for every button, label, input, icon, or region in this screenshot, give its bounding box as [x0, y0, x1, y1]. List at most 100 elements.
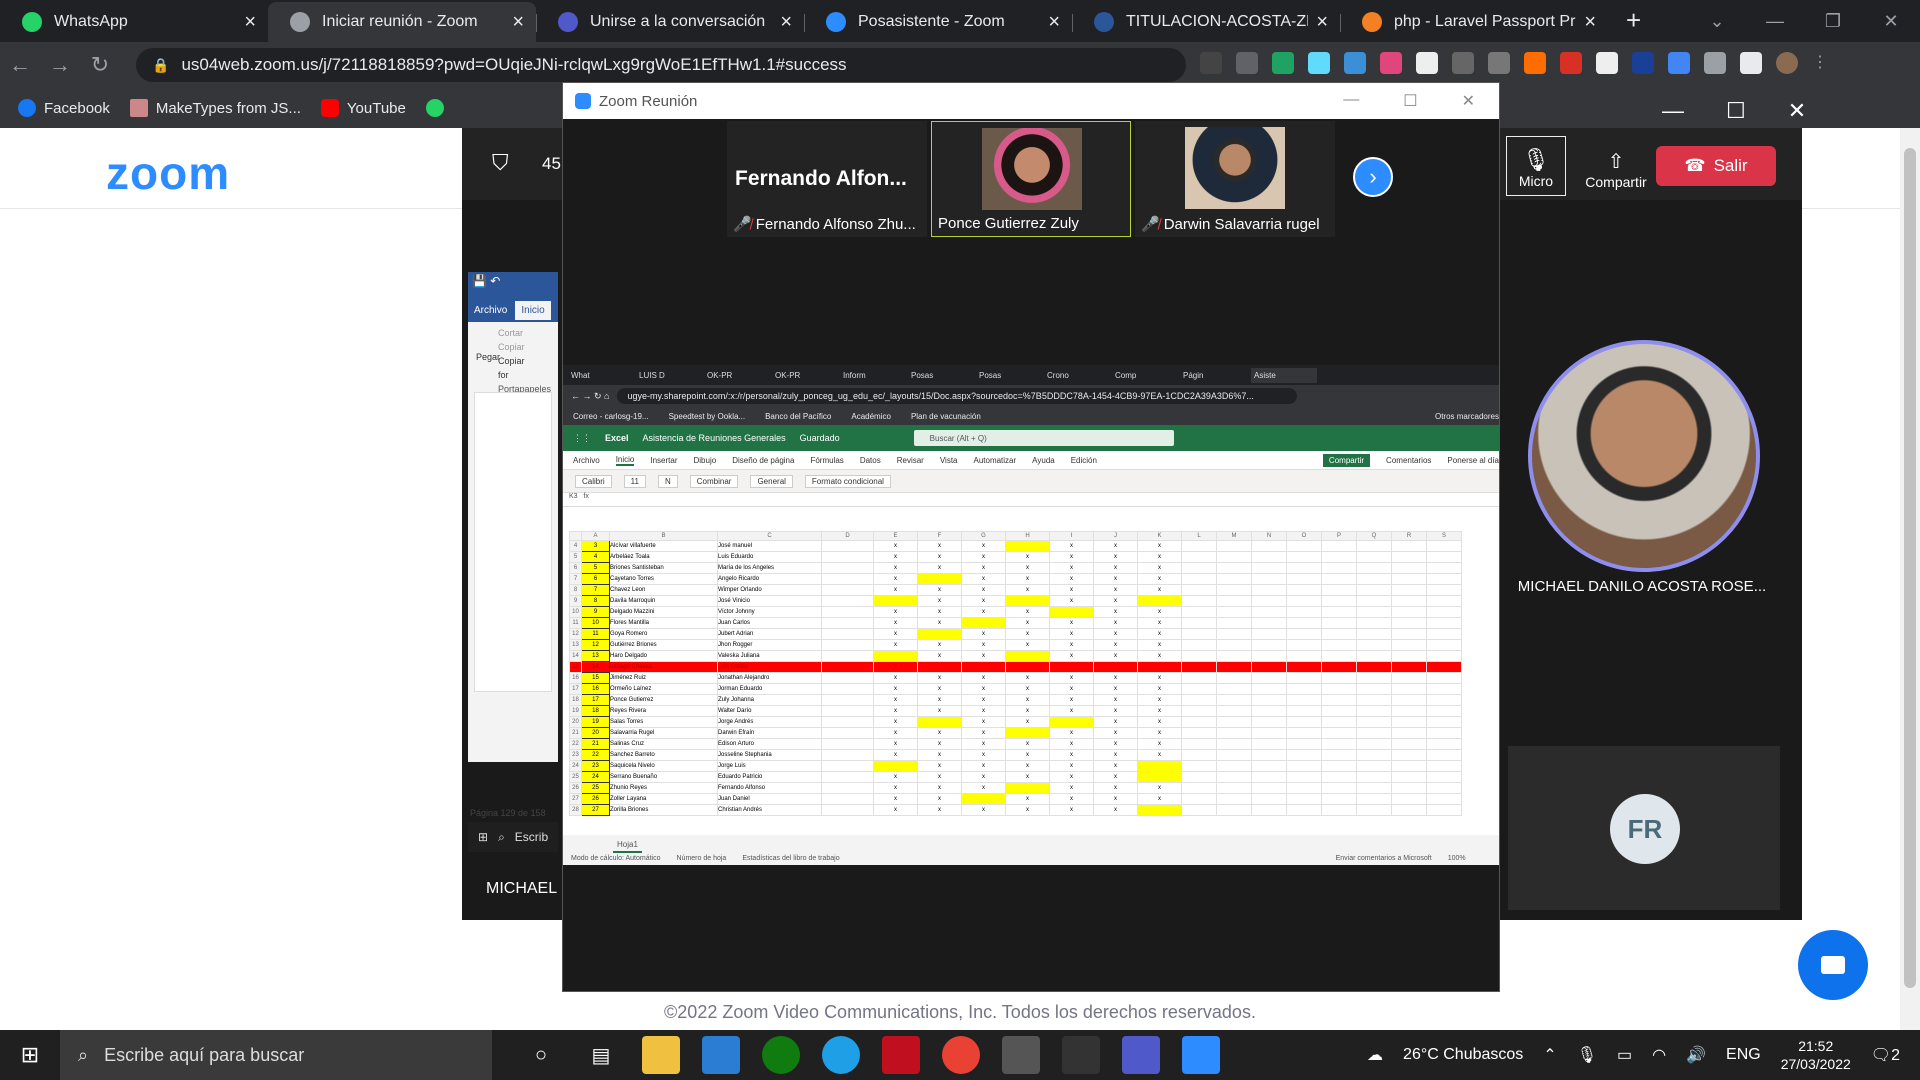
- chevron-up-icon[interactable]: ⌃: [1543, 1045, 1556, 1065]
- extension-grid-icon[interactable]: [1344, 52, 1366, 74]
- game-icon[interactable]: [882, 1036, 920, 1074]
- minimize-button[interactable]: —: [1662, 98, 1684, 124]
- minimize-button[interactable]: —: [1343, 91, 1359, 111]
- participant-tile[interactable]: Fernando Alfon... 🎤̸ Fernando Alfonso Zhu…: [727, 121, 927, 237]
- search-icon[interactable]: ⌕: [498, 830, 505, 845]
- browser-tab[interactable]: TITULACION-ACOSTA-ZHU ×: [1072, 2, 1340, 42]
- windows-icon[interactable]: ⊞: [478, 830, 488, 844]
- bookmark-maketypes[interactable]: MakeTypes from JS...: [129, 99, 301, 117]
- weather-text[interactable]: 26°C Chubascos: [1403, 1046, 1523, 1064]
- react-icon[interactable]: [1308, 52, 1330, 74]
- extension-pink-icon[interactable]: [1380, 52, 1402, 74]
- word-tab-archivo[interactable]: Archivo: [474, 305, 507, 316]
- app-icon[interactable]: [1062, 1036, 1100, 1074]
- extension-dots-icon[interactable]: [1452, 52, 1474, 74]
- close-button[interactable]: ✕: [1788, 98, 1806, 124]
- close-tab-icon[interactable]: ×: [512, 11, 524, 34]
- scrollbar-thumb[interactable]: [1904, 148, 1916, 988]
- chrome-icon[interactable]: [942, 1036, 980, 1074]
- xbox-icon[interactable]: [762, 1036, 800, 1074]
- back-icon[interactable]: ←: [0, 52, 40, 78]
- windows-start-icon[interactable]: ⊞: [0, 1042, 60, 1068]
- minimize-button[interactable]: —: [1746, 11, 1804, 32]
- bookmark-facebook[interactable]: Facebook: [18, 99, 110, 117]
- bookmark-youtube[interactable]: YouTube: [320, 99, 406, 117]
- cell-empty: [1216, 738, 1252, 750]
- close-tab-icon[interactable]: ×: [1048, 11, 1060, 34]
- weather-icon[interactable]: ☁: [1367, 1045, 1383, 1065]
- close-tab-icon[interactable]: ×: [244, 11, 256, 34]
- page-scrollbar[interactable]: [1900, 128, 1920, 1030]
- restore-button[interactable]: ❐: [1804, 11, 1862, 32]
- maximize-button[interactable]: ☐: [1726, 98, 1746, 124]
- next-page-button[interactable]: ›: [1353, 157, 1393, 197]
- edge-icon[interactable]: [822, 1036, 860, 1074]
- attendance-cell: x: [1137, 705, 1182, 717]
- mail-icon[interactable]: [702, 1036, 740, 1074]
- microphone-icon[interactable]: 🎙: [1577, 1045, 1597, 1065]
- close-tab-icon[interactable]: ×: [1584, 11, 1596, 34]
- participant-tile[interactable]: Ponce Gutierrez Zuly: [931, 121, 1131, 237]
- forward-icon[interactable]: →: [40, 52, 80, 78]
- extension-chart-icon[interactable]: [1632, 52, 1654, 74]
- extension-v-icon[interactable]: [1272, 52, 1294, 74]
- task-view-icon[interactable]: ▤: [582, 1036, 620, 1074]
- reload-icon[interactable]: ↻: [80, 52, 120, 78]
- browser-tab[interactable]: Posasistente - Zoom ×: [804, 2, 1072, 42]
- browser-tab[interactable]: php - Laravel Passport Print ×: [1340, 2, 1608, 42]
- maximize-button[interactable]: ☐: [1403, 91, 1417, 111]
- close-button[interactable]: ✕: [1462, 91, 1475, 111]
- menu-icon[interactable]: ⋮: [1812, 52, 1834, 74]
- url-bar[interactable]: 🔒 us04web.zoom.us/j/72118818859?pwd=OUqi…: [136, 48, 1186, 82]
- new-tab-button[interactable]: +: [1626, 5, 1641, 36]
- share-screen-button[interactable]: ⇧ Compartir: [1574, 136, 1658, 196]
- word-format-painter[interactable]: Copiar for: [498, 354, 528, 382]
- zoom-logo[interactable]: zoom: [106, 146, 230, 200]
- extension-a-icon[interactable]: [1596, 52, 1618, 74]
- word-paste[interactable]: Pegar: [476, 352, 500, 362]
- share-icon[interactable]: [1200, 52, 1222, 74]
- battery-icon[interactable]: ▭: [1617, 1045, 1632, 1065]
- inner-search[interactable]: Escrib: [515, 830, 548, 844]
- wifi-icon[interactable]: ◠: [1652, 1045, 1666, 1065]
- cell-empty: [1216, 639, 1252, 651]
- taskbar-search[interactable]: ⌕ Escribe aquí para buscar: [60, 1030, 492, 1080]
- extension-red-icon[interactable]: [1560, 52, 1582, 74]
- language-indicator[interactable]: ENG: [1726, 1046, 1761, 1064]
- mic-button[interactable]: 🎙 Micro: [1506, 136, 1566, 196]
- chat-button[interactable]: [1798, 930, 1868, 1000]
- puzzle-icon[interactable]: [1704, 52, 1726, 74]
- sidepanel-icon[interactable]: [1740, 52, 1762, 74]
- browser-tab[interactable]: WhatsApp ×: [0, 2, 268, 42]
- extension-circle-icon[interactable]: [1416, 52, 1438, 74]
- teams-icon[interactable]: [1122, 1036, 1160, 1074]
- avatar[interactable]: [1776, 52, 1798, 74]
- volume-icon[interactable]: 🔊: [1686, 1045, 1706, 1065]
- clock[interactable]: 21:52 27/03/2022: [1781, 1037, 1851, 1073]
- translate-icon[interactable]: [1668, 52, 1690, 74]
- star-icon[interactable]: [1236, 52, 1258, 74]
- browser-tab[interactable]: Unirse a la conversación ×: [536, 2, 804, 42]
- close-tab-icon[interactable]: ×: [780, 11, 792, 34]
- extension-orange-icon[interactable]: [1524, 52, 1546, 74]
- close-tab-icon[interactable]: ×: [1316, 11, 1328, 34]
- zoom-taskbar-icon[interactable]: [1182, 1036, 1220, 1074]
- participant-tile[interactable]: 🎤̸ Darwin Salavarria rugel: [1135, 121, 1335, 237]
- unity-icon[interactable]: [1002, 1036, 1040, 1074]
- word-copy[interactable]: Copiar: [498, 340, 528, 354]
- zoom-icon: [575, 93, 591, 109]
- column-header: R: [1391, 531, 1427, 541]
- file-explorer-icon[interactable]: [642, 1036, 680, 1074]
- shield-icon[interactable]: ⛉: [492, 150, 509, 176]
- browser-tab[interactable]: Iniciar reunión - Zoom ×: [268, 2, 536, 42]
- word-tab-inicio[interactable]: Inicio: [515, 300, 551, 320]
- cortana-icon[interactable]: ○: [522, 1036, 560, 1074]
- notification-icon[interactable]: 🗨2: [1871, 1045, 1900, 1065]
- leave-button[interactable]: ☎ Salir: [1656, 146, 1776, 186]
- bookmark-whatsapp[interactable]: [425, 99, 444, 117]
- tab-search-icon[interactable]: ⌄: [1688, 11, 1746, 32]
- word-cut[interactable]: Cortar: [498, 326, 528, 340]
- close-button[interactable]: ✕: [1862, 11, 1920, 32]
- lock-icon[interactable]: 🔒: [152, 57, 169, 74]
- extension-text-icon[interactable]: [1488, 52, 1510, 74]
